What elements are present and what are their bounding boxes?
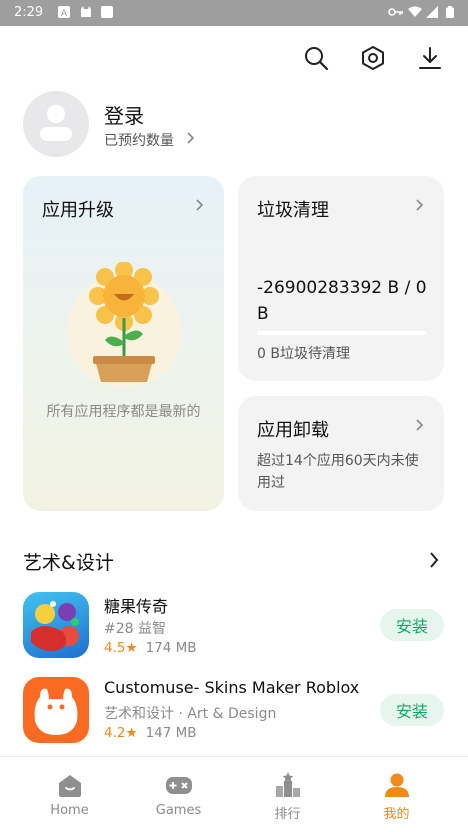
avatar[interactable] bbox=[23, 91, 89, 157]
svg-text:A: A bbox=[61, 9, 68, 18]
app-name: 糖果传奇 bbox=[104, 597, 169, 616]
home-icon bbox=[59, 775, 81, 797]
bottom-nav: Home Games 排行 我的 bbox=[0, 756, 468, 832]
status-time: 2:29 bbox=[14, 5, 44, 20]
avatar-body-shape bbox=[40, 127, 72, 141]
app-upgrade-title: 应用升级 bbox=[42, 200, 114, 221]
junk-size-value: -26900283392 B / 0 B bbox=[257, 278, 427, 324]
nav-label: Games bbox=[155, 803, 202, 818]
customuse-app-icon bbox=[23, 677, 89, 743]
login-link[interactable]: 登录 bbox=[104, 100, 144, 129]
app-uninstall-title: 应用卸载 bbox=[257, 420, 329, 441]
app-list-item[interactable]: Customuse- Skins Maker Roblox 艺术和设计 · Ar… bbox=[0, 677, 468, 757]
nav-label: 排行 bbox=[274, 807, 301, 822]
app-rating: 4.5★ bbox=[104, 640, 138, 656]
app-size: 147 MB bbox=[145, 725, 197, 741]
wifi-icon bbox=[408, 6, 422, 17]
junk-pending-text: 0 B垃圾待清理 bbox=[257, 346, 350, 362]
section-title: 艺术&设计 bbox=[23, 552, 114, 574]
download-button[interactable] bbox=[412, 40, 448, 76]
app-stats: 4.5★ 174 MB bbox=[104, 640, 197, 656]
app-name: Customuse- Skins Maker Roblox bbox=[104, 678, 360, 697]
nav-mine[interactable]: 我的 bbox=[338, 757, 455, 832]
status-bar: 2:29 A bbox=[0, 0, 468, 26]
app-uninstall-card[interactable]: 应用卸载 超过14个应用60天内未使用过 bbox=[238, 396, 444, 511]
android-cat-icon bbox=[81, 6, 91, 17]
download-icon bbox=[419, 47, 441, 69]
nav-home[interactable]: Home bbox=[11, 757, 128, 832]
app-list-item[interactable]: 糖果传奇 #28 益智 4.5★ 174 MB 安装 bbox=[0, 592, 468, 672]
search-button[interactable] bbox=[298, 40, 334, 76]
install-button[interactable]: 安装 bbox=[380, 694, 444, 726]
app-stats: 4.2★ 147 MB bbox=[104, 725, 197, 741]
junk-cleanup-card[interactable]: 垃圾清理 -26900283392 B / 0 B 0 B垃圾待清理 bbox=[238, 176, 444, 381]
key-icon bbox=[388, 8, 403, 16]
signal-icon bbox=[426, 6, 438, 18]
chevron-right-icon bbox=[416, 419, 424, 431]
search-icon bbox=[305, 47, 329, 71]
junk-progress-bar bbox=[257, 331, 426, 335]
app-upgrade-card[interactable]: 应用升级 所有应用程序都是最新的 bbox=[23, 176, 224, 511]
reserved-count-link[interactable]: 已预约数量 bbox=[104, 130, 174, 150]
battery-icon bbox=[446, 6, 454, 18]
notification-square-icon bbox=[101, 6, 113, 18]
chevron-right-icon bbox=[196, 199, 204, 211]
app-meta: 艺术和设计 · Art & Design bbox=[104, 706, 277, 722]
app-meta: #28 益智 bbox=[104, 621, 166, 637]
ranking-icon bbox=[276, 772, 300, 797]
settings-hexagon-icon bbox=[362, 46, 384, 70]
chevron-right-icon bbox=[416, 199, 424, 211]
sunflower-illustration-icon bbox=[89, 262, 159, 382]
section-more-chevron-icon[interactable] bbox=[428, 551, 440, 569]
app-rating: 4.2★ bbox=[104, 725, 138, 741]
app-uninstall-desc: 超过14个应用60天内未使用过 bbox=[257, 453, 419, 491]
nav-label: 我的 bbox=[383, 807, 410, 822]
nav-games[interactable]: Games bbox=[120, 757, 237, 832]
app-size: 174 MB bbox=[145, 640, 197, 656]
settings-button[interactable] bbox=[355, 40, 391, 76]
avatar-head-shape bbox=[47, 105, 65, 123]
nav-ranking[interactable]: 排行 bbox=[229, 757, 346, 832]
candy-crush-app-icon bbox=[23, 592, 89, 658]
notification-a-icon: A bbox=[58, 6, 70, 18]
nav-label: Home bbox=[50, 803, 89, 818]
person-icon bbox=[385, 773, 409, 797]
app-upgrade-status: 所有应用程序都是最新的 bbox=[46, 404, 201, 420]
install-button[interactable]: 安装 bbox=[380, 609, 444, 641]
chevron-right-icon bbox=[187, 132, 195, 144]
gamepad-icon bbox=[166, 777, 192, 794]
junk-cleanup-title: 垃圾清理 bbox=[257, 200, 329, 221]
